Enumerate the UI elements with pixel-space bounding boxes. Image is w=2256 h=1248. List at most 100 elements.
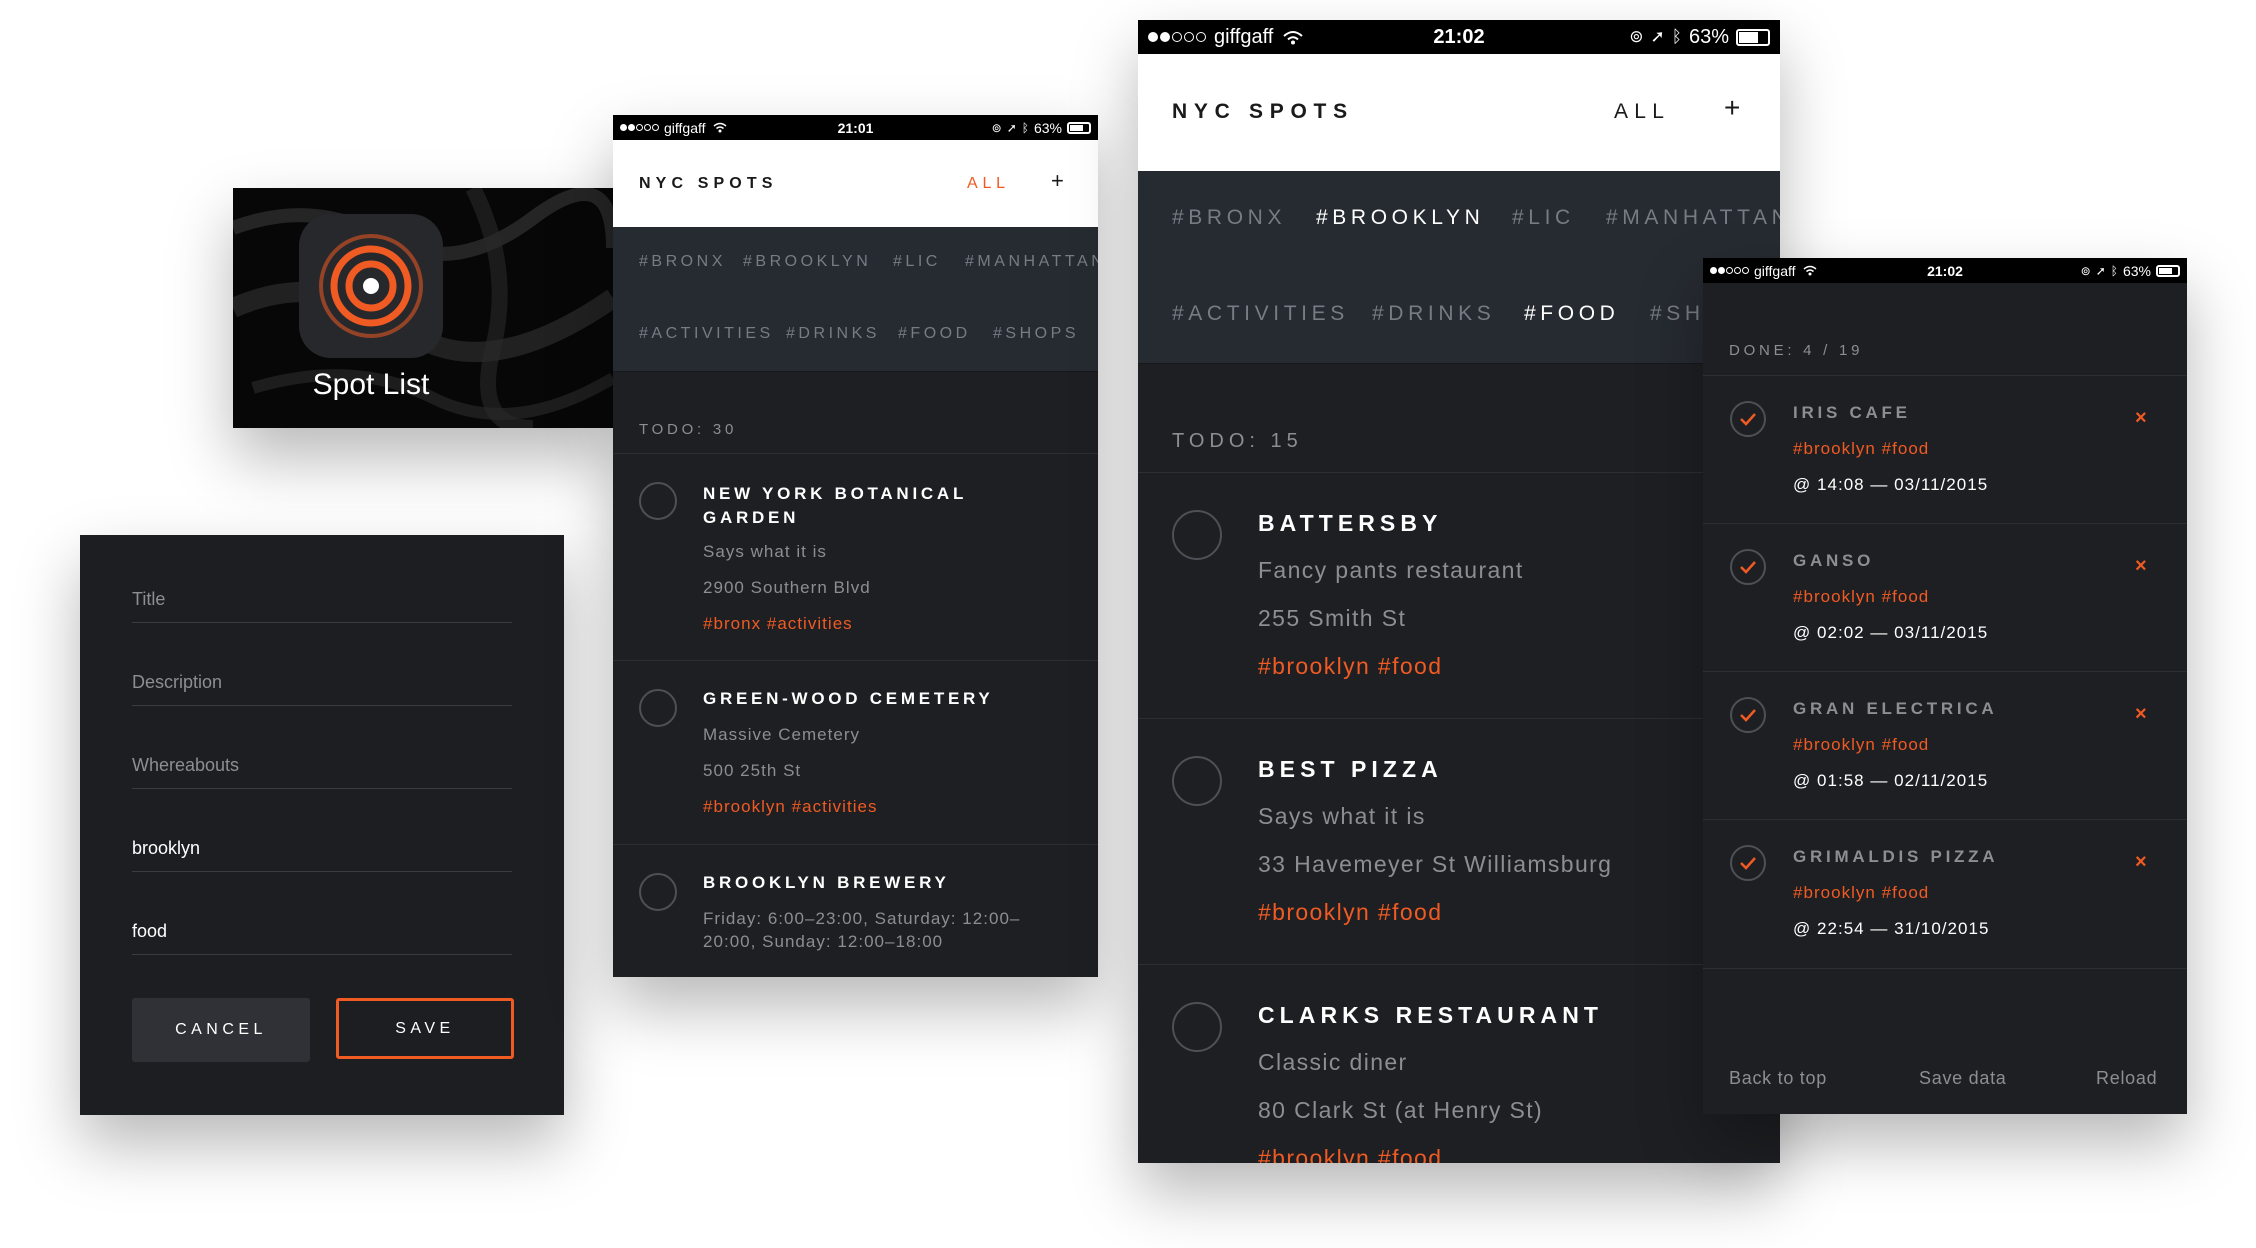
check-circle-icon[interactable] xyxy=(1729,844,1767,882)
tag-activities[interactable]: #ACTIVITIES xyxy=(1172,302,1349,326)
tag-food[interactable]: #FOOD xyxy=(898,325,971,343)
item-title: GRAN ELECTRICA xyxy=(1793,699,1998,718)
item-description: Classic diner xyxy=(1258,1049,1408,1075)
tag-drinks[interactable]: #DRINKS xyxy=(786,325,880,343)
tag-bronx[interactable]: #BRONX xyxy=(1172,206,1286,230)
list-item[interactable]: NEW YORK BOTANICAL GARDEN Says what it i… xyxy=(613,453,1098,661)
spot-list-screen-small: 21:01 giffgaff ⊚ ➚ ᛒ 63% NYC SPOTS ALL + xyxy=(613,115,1098,977)
reload-link[interactable]: Reload xyxy=(2096,1068,2157,1089)
status-right: ⊚ ➚ ᛒ 63% xyxy=(1629,26,1770,49)
done-item[interactable]: GRIMALDIS PIZZA #brooklyn #food @ 22:54 … xyxy=(1703,819,2187,969)
category-tag-field[interactable]: food xyxy=(132,907,512,955)
item-address: 255 Smith St xyxy=(1258,605,1407,631)
category-tags: #ACTIVITIES #DRINKS #FOOD #SHOPS xyxy=(613,299,1098,372)
add-spot-button[interactable]: + xyxy=(1051,168,1064,194)
todo-count: TODO: 30 xyxy=(639,421,738,438)
list-item[interactable]: CLARKS RESTAURANT Classic diner 80 Clark… xyxy=(1138,964,1780,1163)
location-arrow-icon: ➚ xyxy=(1006,120,1017,135)
item-address: 80 Clark St (at Henry St) xyxy=(1258,1097,1544,1123)
item-tags: #brooklyn #food xyxy=(1793,587,1930,606)
tag-bronx[interactable]: #BRONX xyxy=(639,253,726,271)
whereabouts-field[interactable]: Whereabouts xyxy=(132,741,512,789)
tag-lic[interactable]: #LIC xyxy=(893,253,941,271)
app-icon[interactable] xyxy=(299,214,443,358)
title-placeholder: Title xyxy=(132,589,166,609)
todo-count: TODO: 15 xyxy=(1172,430,1303,452)
remove-icon[interactable]: × xyxy=(2135,703,2147,726)
battery-percent: 63% xyxy=(1688,25,1729,48)
item-hours: Friday: 6:00–23:00, Saturday: 12:00–20:0… xyxy=(703,909,1021,951)
check-circle-icon[interactable] xyxy=(1729,696,1767,734)
checkbox-circle-icon[interactable] xyxy=(1172,756,1222,806)
item-address: 2900 Southern Blvd xyxy=(703,578,871,597)
remove-icon[interactable]: × xyxy=(2135,555,2147,578)
remove-icon[interactable]: × xyxy=(2135,407,2147,430)
tag-drinks[interactable]: #DRINKS xyxy=(1372,302,1495,326)
category-tags: #ACTIVITIES #DRINKS #FOOD #SHOPS xyxy=(1138,267,1780,364)
item-title: BROOKLYN BREWERY xyxy=(703,873,950,892)
status-bar: 21:01 giffgaff ⊚ ➚ ᛒ 63% xyxy=(613,115,1098,140)
item-description: Says what it is xyxy=(1258,803,1426,829)
filter-all-button[interactable]: ALL xyxy=(1614,100,1670,124)
cancel-button[interactable]: CANCEL xyxy=(132,998,310,1062)
back-to-top-link[interactable]: Back to top xyxy=(1729,1068,1827,1089)
save-button[interactable]: SAVE xyxy=(336,998,514,1059)
done-count: DONE: 4 / 19 xyxy=(1729,342,1864,359)
tag-brooklyn[interactable]: #BROOKLYN xyxy=(1316,206,1484,230)
item-address: 500 25th St xyxy=(703,761,802,780)
remove-icon[interactable]: × xyxy=(2135,851,2147,874)
check-circle-icon[interactable] xyxy=(1729,400,1767,438)
description-field[interactable]: Description xyxy=(132,658,512,706)
done-item[interactable]: GRAN ELECTRICA #brooklyn #food @ 01:58 —… xyxy=(1703,671,2187,820)
location-tag-field[interactable]: brooklyn xyxy=(132,824,512,872)
item-address: 33 Havemeyer St Williamsburg xyxy=(1258,851,1613,877)
title-field[interactable]: Title xyxy=(132,575,512,623)
location-tag-value: brooklyn xyxy=(132,838,201,858)
tag-food[interactable]: #FOOD xyxy=(1524,302,1619,326)
item-title: IRIS CAFE xyxy=(1793,403,1911,422)
list-item[interactable]: BATTERSBY Fancy pants restaurant 255 Smi… xyxy=(1138,472,1780,719)
tag-activities[interactable]: #ACTIVITIES xyxy=(639,325,774,343)
list-item[interactable]: GREEN-WOOD CEMETERY Massive Cemetery 500… xyxy=(613,660,1098,845)
filter-all-button[interactable]: ALL xyxy=(967,175,1010,193)
checkbox-circle-icon[interactable] xyxy=(639,873,677,911)
item-title: BEST PIZZA xyxy=(1258,756,1443,782)
done-item[interactable]: GANSO #brooklyn #food @ 02:02 — 03/11/20… xyxy=(1703,523,2187,672)
status-right: ⊚ ➚ ᛒ 63% xyxy=(992,120,1091,136)
bluetooth-icon: ᛒ xyxy=(1671,27,1682,46)
item-done-time: @ 01:58 — 02/11/2015 xyxy=(1793,771,1989,790)
item-title: CLARKS RESTAURANT xyxy=(1258,1002,1603,1028)
tag-manhattan[interactable]: #MANHATTAN xyxy=(965,253,1098,271)
item-title: GRIMALDIS PIZZA xyxy=(1793,847,1999,866)
item-tags: #bronx #activities xyxy=(703,614,853,633)
add-spot-button[interactable]: + xyxy=(1724,92,1740,124)
check-circle-icon[interactable] xyxy=(1729,548,1767,586)
item-done-time: @ 14:08 — 03/11/2015 xyxy=(1793,475,1989,494)
app-header: NYC SPOTS ALL + xyxy=(613,140,1098,227)
tag-lic[interactable]: #LIC xyxy=(1512,206,1575,230)
item-done-time: @ 22:54 — 31/10/2015 xyxy=(1793,919,1990,938)
checkbox-circle-icon[interactable] xyxy=(1172,510,1222,560)
page-title: NYC SPOTS xyxy=(1172,100,1354,123)
tag-shops[interactable]: #SHOPS xyxy=(993,325,1079,343)
rotation-lock-icon: ⊚ xyxy=(2080,263,2091,278)
list-item[interactable]: BROOKLYN BREWERY Friday: 6:00–23:00, Sat… xyxy=(613,844,1098,977)
checkbox-circle-icon[interactable] xyxy=(639,482,677,520)
done-item[interactable]: IRIS CAFE #brooklyn #food @ 14:08 — 03/1… xyxy=(1703,375,2187,524)
status-right: ⊚ ➚ ᛒ 63% xyxy=(2081,263,2180,279)
checkbox-circle-icon[interactable] xyxy=(1172,1002,1222,1052)
item-tags: #brooklyn #food xyxy=(1258,653,1443,679)
target-icon xyxy=(319,234,423,338)
item-title: GREEN-WOOD CEMETERY xyxy=(703,689,994,708)
item-title: BATTERSBY xyxy=(1258,510,1443,536)
list-item[interactable]: BEST PIZZA Says what it is 33 Havemeyer … xyxy=(1138,718,1780,965)
tag-brooklyn[interactable]: #BROOKLYN xyxy=(743,253,871,271)
tag-manhattan[interactable]: #MANHATTAN xyxy=(1606,206,1780,230)
battery-percent: 63% xyxy=(2122,262,2151,279)
item-done-time: @ 02:02 — 03/11/2015 xyxy=(1793,623,1989,642)
checkbox-circle-icon[interactable] xyxy=(639,689,677,727)
item-tags: #brooklyn #food xyxy=(1258,899,1443,925)
page-title: NYC SPOTS xyxy=(639,175,778,192)
new-spot-form: Title Description Whereabouts brooklyn f… xyxy=(80,535,564,1115)
save-data-link[interactable]: Save data xyxy=(1919,1068,2007,1089)
